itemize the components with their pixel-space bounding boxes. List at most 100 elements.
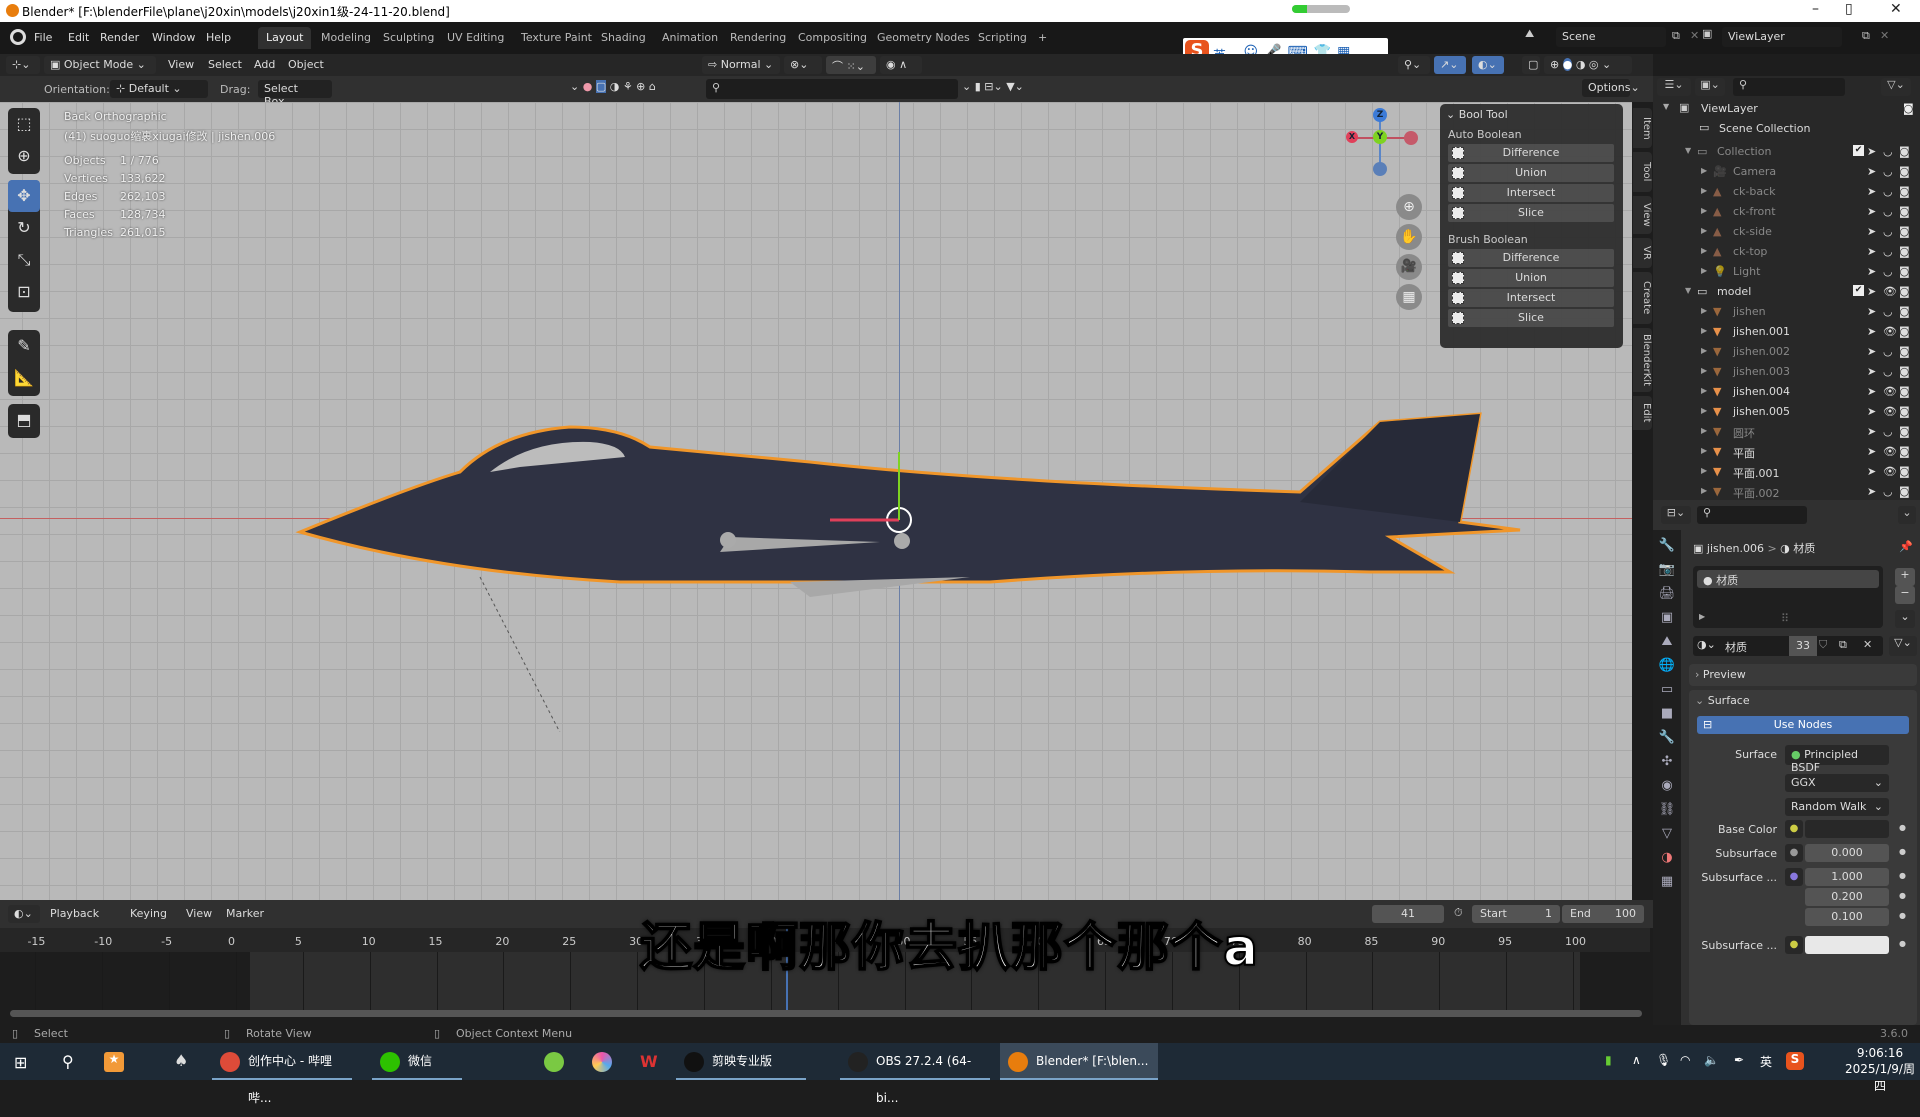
delete-scene-icon[interactable]: ✕: [1690, 29, 1699, 42]
header-menu-object[interactable]: Object: [288, 58, 324, 71]
socket-icon[interactable]: ●: [1785, 936, 1803, 954]
eye-icon[interactable]: 👁: [1883, 285, 1897, 298]
view-layer-icon[interactable]: ▣: [1657, 610, 1677, 630]
brush-slice-button[interactable]: Slice: [1448, 309, 1614, 327]
constraints-icon[interactable]: ⛓: [1657, 802, 1677, 822]
render-icon[interactable]: ◙: [1899, 265, 1910, 278]
hidden-eye-icon[interactable]: ◡: [1883, 245, 1893, 258]
selectable-icon[interactable]: ➤: [1867, 145, 1876, 158]
render-icon[interactable]: ◙: [1899, 245, 1910, 258]
value-field[interactable]: 0.000: [1805, 844, 1889, 862]
resize-handle[interactable]: ⠿: [1781, 612, 1789, 625]
material-slot[interactable]: ● 材质: [1697, 570, 1879, 588]
overlay-toggle[interactable]: ◐⌄: [1472, 56, 1504, 74]
view-layer-filter[interactable]: ▣⌄: [1695, 78, 1725, 96]
outliner-row[interactable]: ▶ ▼ 平面.001 ➤ 👁 ◙: [1653, 462, 1913, 482]
keyframe-dot[interactable]: ●: [1899, 823, 1906, 832]
wps-icon[interactable]: W: [640, 1052, 658, 1071]
keyframe-dot[interactable]: ●: [1899, 911, 1906, 920]
viewlayer-row[interactable]: ViewLayer: [1701, 102, 1758, 115]
distribution-dropdown[interactable]: GGX ⌄: [1785, 774, 1889, 792]
node-link-button[interactable]: ▽⌄: [1889, 636, 1917, 656]
selectable-icon[interactable]: ➤: [1867, 185, 1876, 198]
preview-panel-header[interactable]: › Preview: [1689, 664, 1917, 686]
volume-icon[interactable]: 🔈: [1704, 1053, 1719, 1067]
mode-selector[interactable]: ▣ Object Mode ⌄: [44, 56, 156, 74]
value-field[interactable]: [1805, 936, 1889, 954]
render-icon[interactable]: ◙: [1899, 445, 1910, 458]
texture-icon[interactable]: ▦: [1657, 874, 1677, 894]
minimize-button[interactable]: –: [1812, 1, 1819, 17]
3d-viewport[interactable]: Back Orthographic (41) suoguo缩裹xiugai修改 …: [0, 102, 1632, 900]
maximize-button[interactable]: ▯: [1845, 1, 1853, 17]
render-icon[interactable]: ◙: [1899, 345, 1910, 358]
selectable-icon[interactable]: ➤: [1867, 385, 1876, 398]
tool-icon[interactable]: 🔧: [1657, 538, 1677, 558]
measure-tool[interactable]: 📐: [8, 362, 40, 394]
sogou-tray-icon[interactable]: S: [1786, 1052, 1804, 1070]
new-scene-icon[interactable]: ⧉: [1672, 29, 1680, 43]
camera-view-icon[interactable]: 🎥: [1396, 254, 1422, 280]
auto-difference-button[interactable]: Difference: [1448, 144, 1614, 162]
hidden-eye-icon[interactable]: ◡: [1883, 345, 1893, 358]
drag-dropdown[interactable]: Select Box⌄: [258, 80, 332, 108]
selectable-icon[interactable]: ➤: [1867, 225, 1876, 238]
outliner-row[interactable]: ▶ ▼ 平面.002 ➤ ◡ ◙: [1653, 482, 1913, 502]
outliner-row[interactable]: ▶ 🎥 Camera ➤ ◡ ◙: [1653, 162, 1913, 182]
expand-icon[interactable]: ▶: [1701, 466, 1707, 475]
selectable-icon[interactable]: ➤: [1867, 205, 1876, 218]
keyframe-dot[interactable]: ●: [1899, 939, 1906, 948]
tab-texture-paint[interactable]: Texture Paint: [513, 27, 600, 49]
aircraft-model[interactable]: [290, 372, 1540, 732]
collection-icon[interactable]: ▭: [1657, 682, 1677, 702]
expand-icon[interactable]: ▶: [1701, 346, 1707, 355]
selectable-icon[interactable]: ➤: [1867, 305, 1876, 318]
expand-icon[interactable]: ▼: [1663, 102, 1669, 111]
header-menu-add[interactable]: Add: [254, 58, 275, 71]
auto-union-button[interactable]: Union: [1448, 164, 1614, 182]
transform-orientation-selector[interactable]: ⇨ Normal ⌄: [702, 56, 780, 74]
render-icon[interactable]: ◙: [1899, 205, 1910, 218]
expand-icon[interactable]: ▶: [1701, 406, 1707, 415]
color-app-icon[interactable]: [592, 1052, 612, 1072]
eye-icon[interactable]: 👁: [1883, 445, 1897, 458]
outliner-row[interactable]: ▶ ▲ ck-back ➤ ◡ ◙: [1653, 182, 1913, 202]
outliner-row[interactable]: ▶ ▼ jishen ➤ ◡ ◙: [1653, 302, 1913, 322]
selectable-icon[interactable]: ➤: [1867, 405, 1876, 418]
expand-icon[interactable]: ▶: [1701, 166, 1707, 175]
expand-icon[interactable]: ▶: [1701, 246, 1707, 255]
selectable-icon[interactable]: ➤: [1867, 165, 1876, 178]
browser-app-icon[interactable]: [544, 1052, 564, 1072]
color-swatch[interactable]: [1805, 820, 1889, 838]
snap-toggle[interactable]: ⌒ ⁙⌄: [826, 56, 876, 74]
particles-icon[interactable]: ✣: [1657, 754, 1677, 774]
render-icon[interactable]: ◙: [1899, 465, 1910, 478]
viewlayer-selector[interactable]: ViewLayer: [1722, 27, 1842, 47]
hidden-eye-icon[interactable]: ◡: [1883, 305, 1893, 318]
hidden-eye-icon[interactable]: ◡: [1883, 205, 1893, 218]
tab-modeling[interactable]: Modeling: [313, 27, 379, 49]
sidebar-tab-view[interactable]: View: [1633, 196, 1652, 234]
header-menu-select[interactable]: Select: [208, 58, 242, 71]
outliner-filter-button[interactable]: ▽⌄: [1881, 78, 1911, 96]
pinned-app-icon[interactable]: ★: [104, 1052, 124, 1072]
hidden-eye-icon[interactable]: ◡: [1883, 145, 1893, 158]
collapse-icon[interactable]: ▼: [1685, 286, 1691, 295]
hidden-eye-icon[interactable]: ◡: [1883, 185, 1893, 198]
sidebar-tab-blenderkit[interactable]: BlenderKit: [1633, 328, 1652, 392]
sidebar-tab-vr[interactable]: VR: [1633, 238, 1652, 268]
header-menu-view[interactable]: View: [168, 58, 194, 71]
editor-type-button[interactable]: ⊹⌄: [6, 56, 40, 74]
keyframe-dot[interactable]: ●: [1899, 847, 1906, 856]
taskbar-item[interactable]: 微信: [372, 1043, 462, 1080]
outliner-row[interactable]: ▶ ▼ jishen.003 ➤ ◡ ◙: [1653, 362, 1913, 382]
stopwatch-icon[interactable]: ⏱: [1454, 906, 1463, 920]
eye-icon[interactable]: 👁: [1883, 385, 1897, 398]
unlink-material-icon[interactable]: ✕: [1863, 638, 1872, 651]
timeline-scrollbar[interactable]: [10, 1010, 1642, 1017]
windows-start-icon[interactable]: ⊞: [14, 1053, 27, 1072]
output-icon[interactable]: 🖨: [1657, 586, 1677, 606]
menu-file[interactable]: File: [34, 31, 52, 44]
outliner-search-input[interactable]: ⚲: [1733, 78, 1845, 96]
wifi-icon[interactable]: ◠: [1680, 1053, 1690, 1067]
